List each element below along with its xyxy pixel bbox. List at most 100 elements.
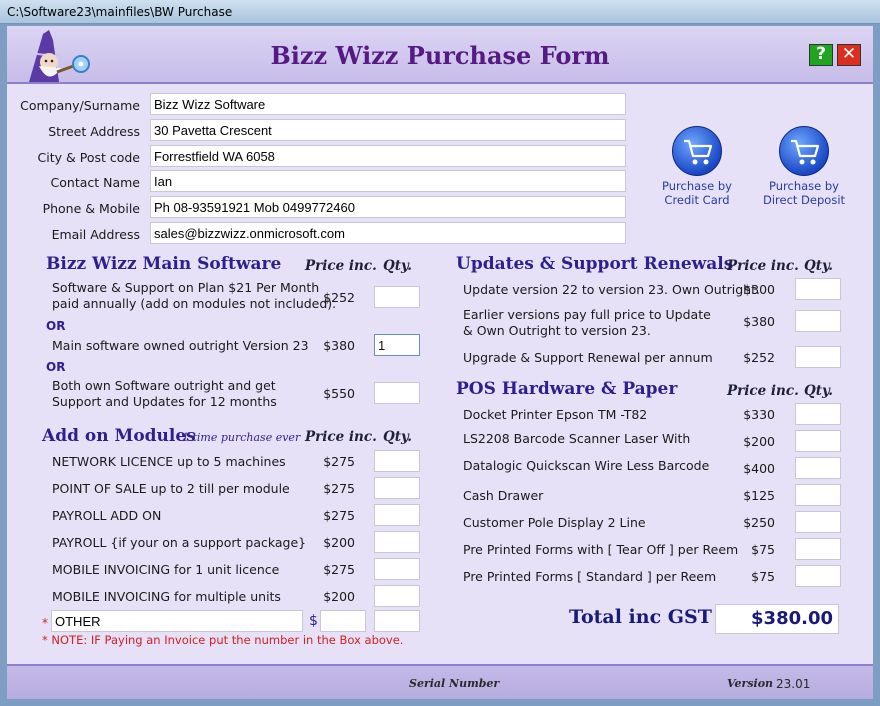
form-title: Bizz Wizz Purchase Form xyxy=(270,41,610,70)
add-on-price: $275 xyxy=(323,454,355,469)
pos-item-label: Pre Printed Forms with [ Tear Off ] per … xyxy=(463,542,739,557)
direct-deposit-caption-line1: Purchase by xyxy=(769,179,839,193)
main-software-item: Software & Support on Plan $21 Per Month… xyxy=(52,280,336,312)
add-on-price: $200 xyxy=(323,589,355,604)
pos-qty[interactable] xyxy=(795,403,841,425)
add-on-item-label: NETWORK LICENCE up to 5 machines xyxy=(52,454,286,469)
add-on-item-label: PAYROLL ADD ON xyxy=(52,508,162,523)
add-on-modules-heading: Add on Modules xyxy=(42,426,196,446)
updates-item-line1: Earlier versions pay full price to Updat… xyxy=(463,307,711,322)
add-on-price-header: Price inc. xyxy=(305,429,377,445)
status-footer: Serial Number Version 23.01 xyxy=(7,664,873,699)
updates-price: $252 xyxy=(743,350,775,365)
pos-hardware-heading: POS Hardware & Paper xyxy=(456,379,678,399)
main-software-item-line1: Software & Support on Plan $21 Per Month xyxy=(52,280,320,295)
add-on-price: $275 xyxy=(323,481,355,496)
pos-price: $75 xyxy=(751,542,775,557)
pos-price: $250 xyxy=(743,515,775,530)
add-on-modules-subtitle: 1 time purchase ever xyxy=(182,431,301,444)
required-star: * xyxy=(42,616,48,630)
pos-price-header: Price inc. xyxy=(727,383,799,399)
window-titlebar[interactable]: C:\Software23\mainfiles\BW Purchase xyxy=(0,0,880,24)
updates-qty[interactable] xyxy=(795,346,841,368)
direct-deposit-caption-line2: Direct Deposit xyxy=(762,193,846,207)
add-on-qty[interactable] xyxy=(374,504,420,526)
add-on-qty[interactable] xyxy=(374,450,420,472)
window-title: C:\Software23\mainfiles\BW Purchase xyxy=(7,5,233,19)
main-software-heading: Bizz Wizz Main Software xyxy=(46,254,282,274)
updates-item: Earlier versions pay full price to Updat… xyxy=(463,307,711,339)
updates-price-header: Price inc. xyxy=(727,258,799,274)
add-on-item-label: MOBILE INVOICING for 1 unit licence xyxy=(52,562,280,577)
pos-item-label: Cash Drawer xyxy=(463,488,544,503)
pos-item-label: LS2208 Barcode Scanner Laser With xyxy=(463,431,691,446)
other-item-field[interactable]: OTHER xyxy=(51,610,303,632)
updates-qty-header: Qty. xyxy=(804,258,833,274)
pos-qty-header: Qty. xyxy=(804,383,833,399)
total-label: Total inc GST xyxy=(569,606,712,628)
other-amount-field[interactable] xyxy=(320,610,366,632)
window-frame: Bizz Wizz Purchase Form ? ✕ Company/Surn… xyxy=(0,24,880,706)
add-on-item-label: PAYROLL {if your on a support package} xyxy=(52,535,307,550)
purchase-form-panel: Bizz Wizz Purchase Form ? ✕ Company/Surn… xyxy=(7,26,873,699)
updates-qty[interactable] xyxy=(795,278,841,300)
city-field[interactable]: Forrestfield WA 6058 xyxy=(150,145,626,167)
main-software-item-line2: Support and Updates for 12 months xyxy=(52,394,277,409)
pos-price: $330 xyxy=(743,407,775,422)
add-on-price: $275 xyxy=(323,508,355,523)
main-software-qty-header: Qty. xyxy=(383,258,412,274)
pos-qty[interactable] xyxy=(795,484,841,506)
other-qty-field[interactable] xyxy=(374,610,420,632)
add-on-item-label: POINT OF SALE up to 2 till per module xyxy=(52,481,290,496)
add-on-item-label: MOBILE INVOICING for multiple units xyxy=(52,589,281,604)
shopping-cart-icon xyxy=(779,126,829,176)
main-software-item-line1: Both own Software outright and get xyxy=(52,378,276,393)
form-header: Bizz Wizz Purchase Form ? ✕ xyxy=(7,26,873,84)
add-on-qty[interactable] xyxy=(374,558,420,580)
updates-item-label: Upgrade & Support Renewal per annum xyxy=(463,350,713,365)
pos-qty[interactable] xyxy=(795,538,841,560)
company-field[interactable]: Bizz Wizz Software xyxy=(150,93,626,115)
pos-item-label: Customer Pole Display 2 Line xyxy=(463,515,646,530)
main-software-qty[interactable] xyxy=(374,382,420,404)
add-on-qty[interactable] xyxy=(374,477,420,499)
phone-field[interactable]: Ph 08-93591921 Mob 0499772460 xyxy=(150,196,626,218)
purchase-direct-deposit-button[interactable]: Purchase by Direct Deposit xyxy=(749,126,859,207)
main-software-price: $380 xyxy=(323,338,355,353)
updates-qty[interactable] xyxy=(795,310,841,332)
version-label: Version xyxy=(727,677,774,690)
street-label: Street Address xyxy=(48,124,140,139)
pos-qty[interactable] xyxy=(795,511,841,533)
shopping-cart-icon xyxy=(672,126,722,176)
close-button[interactable]: ✕ xyxy=(837,44,861,66)
main-software-qty[interactable] xyxy=(374,286,420,308)
purchase-credit-card-button[interactable]: Purchase by Credit Card xyxy=(642,126,752,207)
contact-name-field[interactable]: Ian xyxy=(150,170,626,192)
pos-qty[interactable] xyxy=(795,565,841,587)
serial-number-label: Serial Number xyxy=(409,677,500,690)
phone-label: Phone & Mobile xyxy=(42,201,140,216)
main-software-item-line2: paid annually (add on modules not includ… xyxy=(52,296,337,311)
pos-item-label: Pre Printed Forms [ Standard ] per Reem xyxy=(463,569,717,584)
add-on-qty-header: Qty. xyxy=(383,429,412,445)
pos-qty[interactable] xyxy=(795,457,841,479)
pos-price: $400 xyxy=(743,461,775,476)
pos-qty[interactable] xyxy=(795,430,841,452)
email-field[interactable]: sales@bizzwizz.onmicrosoft.com xyxy=(150,222,626,244)
main-software-item-line1: Main software owned outright Version 23 xyxy=(52,338,309,353)
pos-price: $125 xyxy=(743,488,775,503)
help-button[interactable]: ? xyxy=(809,44,833,66)
street-field[interactable]: 30 Pavetta Crescent xyxy=(150,119,626,141)
add-on-price: $200 xyxy=(323,535,355,550)
updates-item-line2: & Own Outright to version 23. xyxy=(463,323,651,338)
add-on-qty[interactable] xyxy=(374,531,420,553)
add-on-price: $275 xyxy=(323,562,355,577)
credit-card-caption-line2: Credit Card xyxy=(664,193,730,207)
updates-heading: Updates & Support Renewals xyxy=(456,254,734,274)
pos-price: $200 xyxy=(743,434,775,449)
add-on-qty[interactable] xyxy=(374,585,420,607)
main-software-item: Main software owned outright Version 23 xyxy=(52,338,309,354)
main-software-qty[interactable]: 1 xyxy=(374,334,420,356)
credit-card-caption-line1: Purchase by xyxy=(662,179,732,193)
version-value: 23.01 xyxy=(776,677,811,691)
